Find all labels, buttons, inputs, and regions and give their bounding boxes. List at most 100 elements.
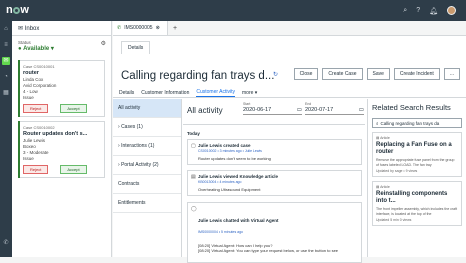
notification-icon[interactable]: 🔔︎ [429, 7, 438, 15]
related-search-input[interactable]: ⌕ Calling regarding fan trays da [372, 118, 462, 128]
subtab-details[interactable]: Details [119, 90, 134, 96]
inbox-rail-icon[interactable]: ✉ [2, 57, 10, 65]
start-date[interactable]: Start 2020-06-17 ▭ [243, 102, 302, 115]
inbox-panel: ✉ Inbox Status ● Available ▾ ⚙ Case CS00… [12, 21, 112, 257]
entry-body: Router updates don't seem to be working [198, 156, 271, 161]
phone-icon[interactable]: ✆ [2, 239, 10, 247]
save-button[interactable]: Save [366, 68, 390, 80]
entry-meta[interactable]: IMS0000004 • 5 minutes ago [198, 230, 358, 234]
status-value[interactable]: ● Available ▾ [18, 45, 105, 52]
work-item-card[interactable]: Case CS0010001 router Linda Cox Avid Cor… [18, 60, 105, 117]
workspace-main: ✆ IMS0000005 ⊗ + Details Calling regardi… [113, 21, 466, 263]
entry-title: Julie Lewis created case [198, 143, 251, 148]
record-title: Calling regarding fan trays d... [121, 70, 275, 82]
tab-interaction[interactable]: ✆ IMS0000005 ⊗ [113, 21, 168, 35]
accept-button[interactable]: Accept [60, 165, 87, 174]
calendar-icon[interactable]: ▭ [297, 107, 302, 113]
activity-entry[interactable]: ▢ Julie Lewis created case CS0010002 • 3… [187, 139, 362, 165]
end-date-value[interactable]: 2020-07-17 [305, 107, 333, 113]
end-date[interactable]: End 2020-07-17 ▭ [305, 102, 364, 115]
related-search-value[interactable]: Calling regarding fan trays da [381, 121, 440, 126]
search-result-card[interactable]: ▤ Article Reinstalling components into t… [372, 181, 462, 226]
related-search-panel: Related Search Results ⌕ Calling regardi… [367, 99, 466, 257]
more-actions-button[interactable]: ... [443, 68, 460, 80]
reject-button[interactable]: Reject [23, 104, 49, 113]
entry-body: Overheating Ultrasound Equipment [198, 187, 261, 192]
card-type: Case CS0010001 [23, 64, 55, 69]
card-accent [18, 121, 20, 178]
apps-icon[interactable]: ▦ [2, 89, 10, 97]
nav-cases[interactable]: › Cases (1) [113, 118, 181, 137]
entry-meta[interactable]: KB0013004 • 4 minutes ago [198, 180, 358, 184]
result-snippet: The front impeller assembly, which inclu… [376, 207, 458, 216]
result-snippet: Remove the appropriate fuse panel from t… [376, 158, 455, 167]
article-icon: ▤ [191, 174, 196, 180]
start-date-value[interactable]: 2020-06-17 [243, 107, 271, 113]
entry-title: Julie Lewis viewed Knowledge article [198, 174, 279, 179]
result-type: ▤ Article [376, 185, 390, 189]
activity-entry[interactable]: ▤ Julie Lewis viewed Knowledge article K… [187, 170, 362, 196]
card-accent [18, 60, 20, 117]
user-avatar[interactable] [447, 6, 456, 15]
search-result-card[interactable]: ▤ Article Replacing a Fan Fuse on a rout… [372, 132, 462, 177]
record-subtabs: Details Customer Information Customer Ac… [113, 88, 466, 98]
subtab-customer-activity[interactable]: Customer Activity [196, 89, 235, 97]
close-icon[interactable]: ⊗ [156, 25, 160, 31]
nav-entitlements[interactable]: Entitlements [113, 194, 181, 213]
activity-filter-nav: All activity › Cases (1) › Interactions … [113, 99, 182, 257]
related-search-title: Related Search Results [372, 103, 451, 112]
left-rail: ⌂ ≡ ✉ ◔ ▦ ✆ [0, 21, 12, 257]
create-incident-button[interactable]: Create Incident [393, 68, 440, 80]
create-case-button[interactable]: Create Case [322, 68, 363, 80]
result-meta: Updated 5 min 0 views [376, 218, 412, 222]
reject-button[interactable]: Reject [23, 165, 49, 174]
analytics-icon[interactable]: ◔ [2, 73, 10, 81]
result-title[interactable]: Replacing a Fan Fuse on a router [376, 142, 458, 156]
list-icon[interactable]: ≡ [2, 41, 10, 49]
result-meta: Updated by sage • 9 views [376, 169, 418, 173]
phone-icon: ✆ [117, 25, 122, 31]
close-button[interactable]: Close [293, 68, 319, 80]
result-title[interactable]: Reinstalling components into t... [376, 191, 458, 205]
chat-icon: ◯ [191, 206, 197, 212]
card-type: Case CS0010002 [23, 125, 55, 130]
nav-portal-activity[interactable]: › Portal Activity (2) [113, 156, 181, 175]
entry-title: Julie Lewis chatted with Virtual Agent [198, 218, 279, 223]
work-item-card[interactable]: Case CS0010002 Router updates don't s...… [18, 121, 105, 178]
activity-header: All activity Start 2020-06-17 ▭ End 2020-… [183, 99, 365, 125]
accept-button[interactable]: Accept [60, 104, 87, 113]
activity-title: All activity [187, 106, 223, 115]
nav-interactions[interactable]: › Interactions (1) [113, 137, 181, 156]
refresh-icon[interactable]: ↻ [273, 71, 278, 78]
inbox-header: ✉ Inbox [12, 21, 111, 36]
entry-body: [08:20] Virtual Agent: How can I help yo… [198, 243, 339, 253]
search-icon[interactable]: ⌕ [403, 7, 407, 15]
agent-status[interactable]: Status ● Available ▾ [12, 36, 111, 56]
card-title: Router updates don't s... [23, 131, 88, 137]
subtab-customer-information[interactable]: Customer Information [141, 90, 189, 96]
activity-entry[interactable]: ◯ Julie Lewis chatted with Virtual Agent… [187, 202, 362, 263]
inbox-icon: ✉ [18, 26, 24, 32]
card-category: Issue [23, 95, 34, 100]
tab-details[interactable]: Details [121, 41, 151, 54]
card-title: router [23, 70, 39, 76]
add-tab-button[interactable]: + [168, 21, 182, 35]
tab-label: IMS0000005 [124, 25, 153, 31]
home-icon[interactable]: ⌂ [2, 25, 10, 33]
gear-icon[interactable]: ⚙ [101, 40, 106, 47]
entry-meta[interactable]: CS0010002 • 3 minutes ago • Julie Lewis [198, 149, 358, 153]
record-actions: Close Create Case Save Create Incident .… [293, 68, 460, 80]
card-category: Issue [23, 156, 34, 161]
nav-contracts[interactable]: Contracts [113, 175, 181, 194]
calendar-icon[interactable]: ▭ [359, 107, 364, 113]
case-icon: ▢ [191, 143, 196, 149]
brand-logo[interactable]: nw [6, 4, 29, 16]
workspace-tabbar: ✆ IMS0000005 ⊗ + [113, 21, 466, 36]
subtab-more[interactable]: more ▾ [242, 90, 257, 96]
top-header: nw ⌕ ? 🔔︎ [0, 0, 466, 21]
nav-all-activity[interactable]: All activity [113, 99, 181, 118]
activity-stream: All activity Start 2020-06-17 ▭ End 2020-… [183, 99, 365, 263]
inbox-title: Inbox [24, 26, 40, 32]
result-type: ▤ Article [376, 136, 390, 140]
help-icon[interactable]: ? [416, 7, 420, 14]
